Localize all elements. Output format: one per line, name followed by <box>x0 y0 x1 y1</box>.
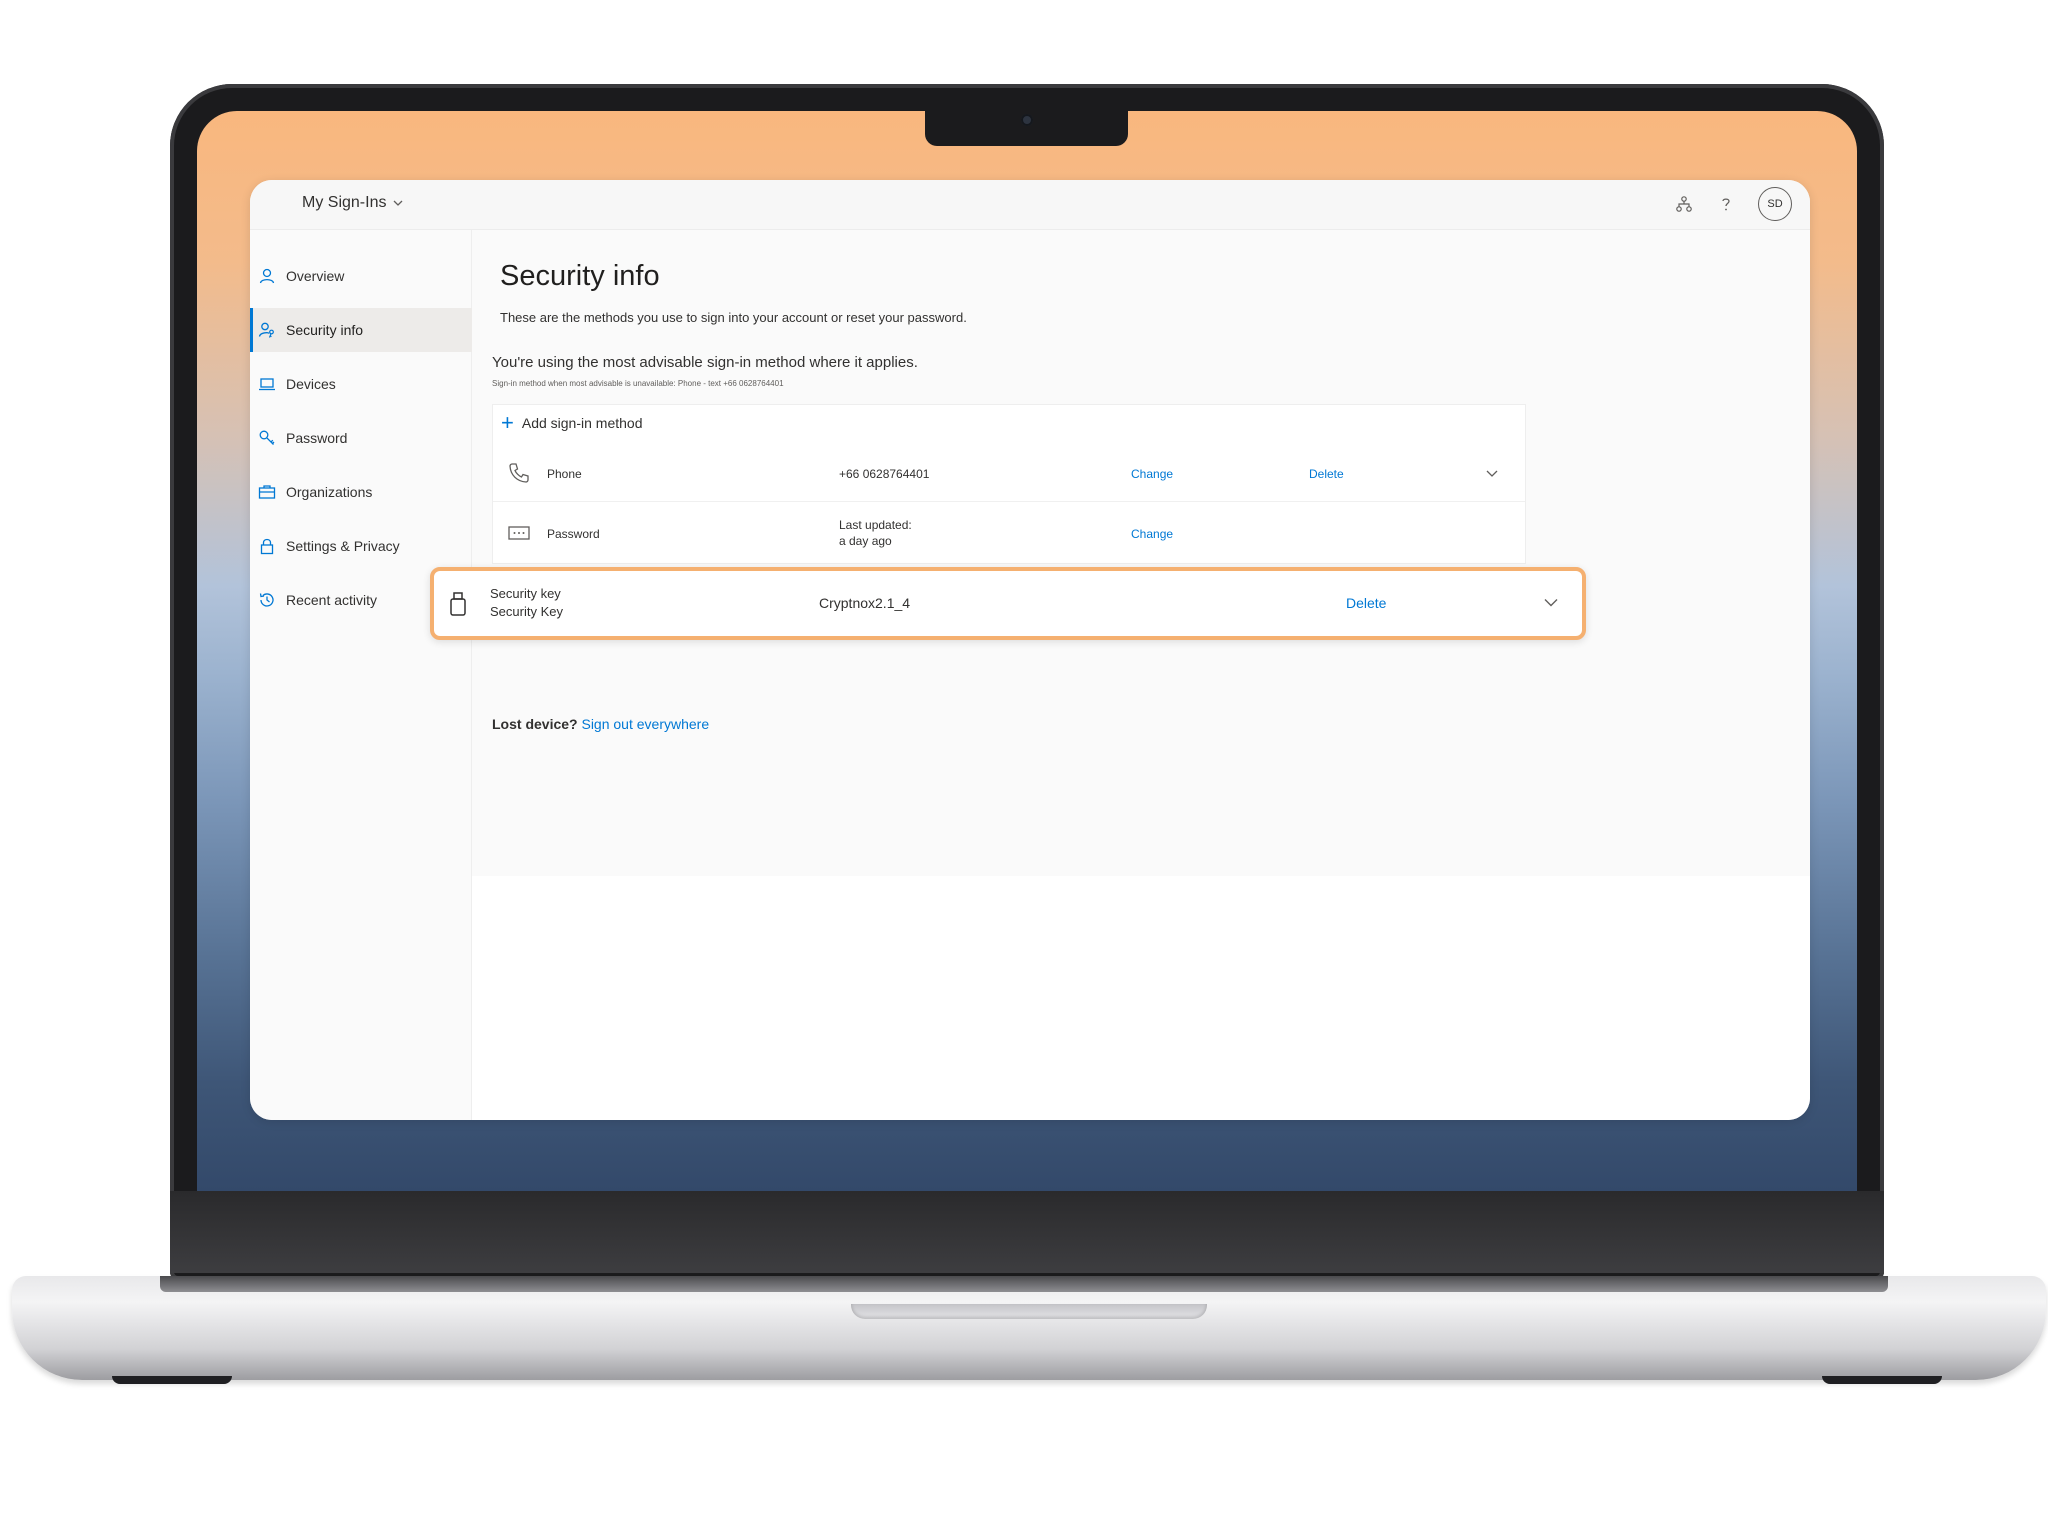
method-row-phone: Phone +66 0628764401 Change Delete <box>493 443 1525 501</box>
lost-device-notice: Lost device? Sign out everywhere <box>492 716 709 732</box>
main-content-empty <box>472 876 1810 1120</box>
lock-icon <box>258 537 276 555</box>
sidebar: Overview Security info Devices Password … <box>250 230 472 1120</box>
avatar[interactable]: SD <box>1758 187 1792 221</box>
camera-icon <box>1021 114 1033 126</box>
page-title: Security info <box>500 260 660 292</box>
laptop-screen-bezel <box>170 1191 1884 1273</box>
method-name: Password <box>547 527 600 541</box>
sign-in-methods-list: + Add sign-in method Phone +66 062876440… <box>492 404 1526 564</box>
sidebar-item-label: Settings & Privacy <box>286 538 400 554</box>
app-window: My Sign-Ins SD Overview Security info De… <box>250 180 1810 1120</box>
sidebar-item-label: Password <box>286 430 348 446</box>
method-value: +66 0628764401 <box>839 467 930 481</box>
delete-security-key-link[interactable]: Delete <box>1346 595 1386 611</box>
security-key-label: Security Key <box>490 604 563 619</box>
add-sign-in-method-label: Add sign-in method <box>521 415 643 431</box>
keyboard-edge <box>160 1276 1888 1292</box>
phone-icon <box>507 461 531 485</box>
sidebar-item-devices[interactable]: Devices <box>250 362 472 406</box>
top-bar: My Sign-Ins SD <box>250 180 1810 230</box>
sign-out-everywhere-link[interactable]: Sign out everywhere <box>581 716 709 732</box>
sidebar-item-label: Security info <box>286 322 364 338</box>
page-subtitle: These are the methods you use to sign in… <box>500 310 967 325</box>
lost-device-question: Lost device? <box>492 716 578 732</box>
password-icon <box>507 521 531 545</box>
chevron-down-icon[interactable] <box>1485 466 1499 480</box>
sidebar-item-password[interactable]: Password <box>250 416 472 460</box>
app-switcher[interactable]: My Sign-Ins <box>302 194 404 212</box>
person-icon <box>258 267 276 285</box>
change-phone-link[interactable]: Change <box>1131 467 1173 481</box>
organization-icon[interactable] <box>1674 194 1694 214</box>
sidebar-item-overview[interactable]: Overview <box>250 254 472 298</box>
laptop-foot <box>112 1376 232 1384</box>
method-name: Security key Security Key <box>490 585 563 621</box>
trackpad-notch <box>851 1304 1207 1319</box>
avatar-initials: SD <box>1767 198 1783 210</box>
method-row-password: Password Last updated: a day ago Change <box>493 503 1525 561</box>
key-icon <box>258 429 276 447</box>
security-key-type: Security key <box>490 586 561 601</box>
chevron-down-icon[interactable] <box>1542 593 1560 611</box>
sidebar-item-settings-privacy[interactable]: Settings & Privacy <box>250 524 472 568</box>
last-updated-label: Last updated: <box>839 518 912 532</box>
app-title: My Sign-Ins <box>302 194 387 211</box>
fallback-method-notice: Sign-in method when most advisable is un… <box>492 379 784 388</box>
person-key-icon <box>258 321 276 339</box>
sidebar-item-label: Organizations <box>286 484 373 500</box>
sidebar-item-label: Overview <box>286 268 345 284</box>
laptop-icon <box>258 375 276 393</box>
briefcase-icon <box>258 483 276 501</box>
sidebar-item-label: Recent activity <box>286 592 378 608</box>
chevron-down-icon <box>392 197 404 209</box>
security-key-name: Cryptnox2.1_4 <box>819 595 911 611</box>
plus-icon: + <box>501 410 514 435</box>
method-value: Last updated: a day ago <box>839 517 912 549</box>
method-row-security-key[interactable]: Security key Security Key Cryptnox2.1_4 … <box>430 567 1586 640</box>
last-updated-value: a day ago <box>839 534 892 548</box>
advisable-method-notice: You're using the most advisable sign-in … <box>492 354 918 371</box>
sidebar-item-label: Devices <box>286 376 336 392</box>
history-icon <box>258 591 276 609</box>
help-icon[interactable] <box>1716 194 1736 214</box>
laptop-foot <box>1822 1376 1942 1384</box>
method-name: Phone <box>547 467 582 481</box>
sidebar-item-organizations[interactable]: Organizations <box>250 470 472 514</box>
change-password-link[interactable]: Change <box>1131 527 1173 541</box>
sidebar-item-security-info[interactable]: Security info <box>250 308 472 352</box>
row-divider <box>493 501 1525 502</box>
add-sign-in-method-button[interactable]: + Add sign-in method <box>501 410 643 435</box>
main-content: Security info These are the methods you … <box>472 230 1810 876</box>
usb-key-icon <box>448 591 468 617</box>
delete-phone-link[interactable]: Delete <box>1309 467 1344 481</box>
